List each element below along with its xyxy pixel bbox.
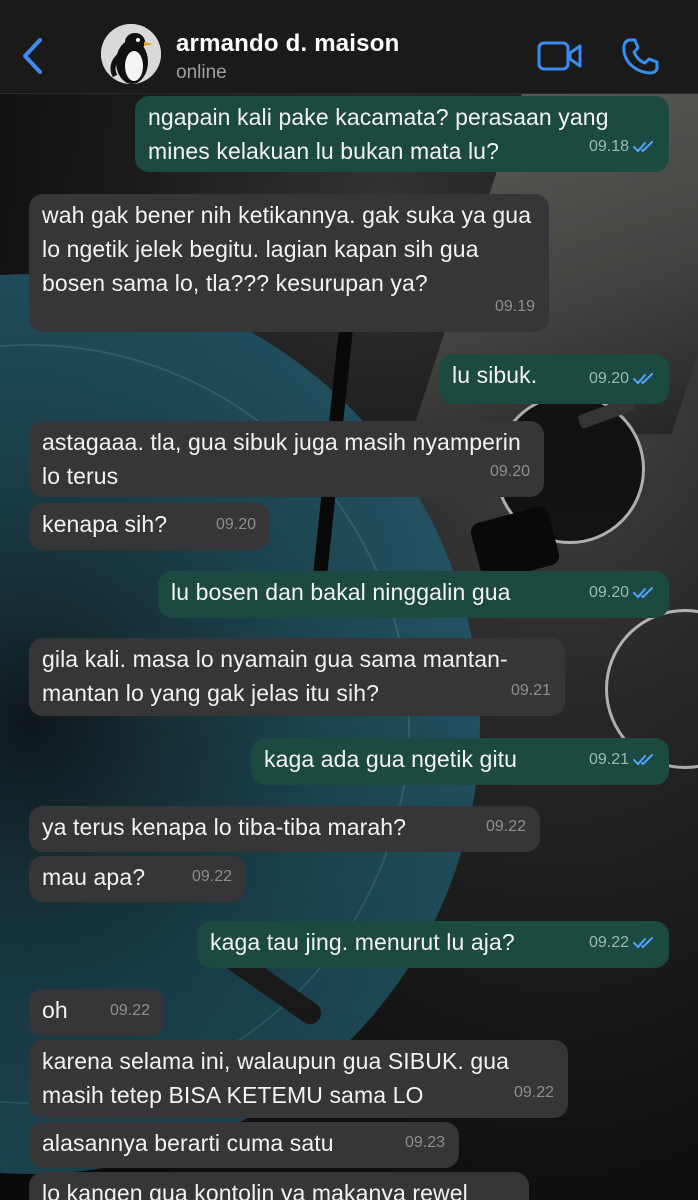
phone-icon: [622, 38, 659, 75]
message-meta: 09.20: [589, 362, 655, 396]
message-meta: 09.21: [511, 674, 551, 708]
message-bubble-incoming[interactable]: astagaaa. tla, gua sibuk juga masih nyam…: [29, 421, 544, 497]
read-receipt-icon: [633, 754, 653, 766]
message-text: ya terus kenapa lo tiba-tiba marah?: [42, 814, 407, 840]
contact-avatar[interactable]: [101, 24, 161, 84]
message-bubble-incoming[interactable]: kenapa sih? 09.20: [29, 503, 270, 550]
chat-header: armando d. maison online: [0, 0, 698, 94]
message-bubble-incoming[interactable]: wah gak bener nih ketikannya. gak suka y…: [29, 194, 549, 332]
message-time: 09.22: [109, 1002, 150, 1019]
message-meta: 09.20: [490, 455, 530, 489]
message-text: lo kangen gua kontolin ya makanya rewel: [42, 1180, 468, 1200]
message-meta: 09.20: [589, 576, 655, 610]
message-bubble-outgoing[interactable]: kaga ada gua ngetik gitu 09.21: [251, 738, 669, 785]
message-time: 09.20: [215, 516, 256, 533]
message-bubble-incoming[interactable]: oh 09.22: [29, 989, 164, 1036]
message-meta: 09.22: [110, 994, 150, 1028]
message-time: 09.18: [588, 138, 629, 155]
message-bubble-incoming[interactable]: gila kali. masa lo nyamain gua sama mant…: [29, 638, 565, 716]
message-time: 09.20: [588, 370, 629, 387]
message-bubble-incoming[interactable]: ya terus kenapa lo tiba-tiba marah? 09.2…: [29, 806, 540, 852]
chevron-left-icon: [23, 38, 42, 74]
message-bubble-outgoing[interactable]: ngapain kali pake kacamata? perasaan yan…: [135, 96, 669, 172]
read-receipt-icon: [633, 587, 653, 599]
message-time: 09.23: [404, 1134, 445, 1151]
message-bubble-incoming[interactable]: karena selama ini, walaupun gua SIBUK. g…: [29, 1040, 568, 1118]
message-meta: 09.22: [486, 810, 526, 844]
message-meta: 09.22: [192, 860, 232, 894]
message-bubble-incoming[interactable]: mau apa? 09.22: [29, 856, 246, 902]
message-bubble-incoming[interactable]: lo kangen gua kontolin ya makanya rewel: [29, 1172, 529, 1200]
message-time: 09.22: [513, 1084, 554, 1101]
penguin-avatar-icon: [101, 24, 161, 84]
contact-status: online: [176, 62, 227, 83]
message-meta: 09.20: [216, 508, 256, 542]
back-button[interactable]: [16, 36, 48, 76]
message-time: 09.21: [588, 751, 629, 768]
message-bubble-outgoing[interactable]: kaga tau jing. menurut lu aja? 09.22: [197, 921, 669, 968]
message-time: 09.22: [588, 934, 629, 951]
message-time: 09.22: [191, 868, 232, 885]
message-meta: 09.18: [589, 130, 655, 164]
video-call-button[interactable]: [536, 38, 584, 74]
message-meta: 09.22: [589, 926, 655, 960]
message-text: lu bosen dan bakal ninggalin gua: [171, 579, 511, 605]
message-text: gila kali. masa lo nyamain gua sama mant…: [42, 646, 508, 706]
message-time: 09.20: [588, 584, 629, 601]
message-text: karena selama ini, walaupun gua SIBUK. g…: [42, 1048, 510, 1108]
message-text: astagaaa. tla, gua sibuk juga masih nyam…: [42, 429, 521, 489]
message-meta: 09.22: [514, 1076, 554, 1110]
message-text: wah gak bener nih ketikannya. gak suka y…: [42, 202, 532, 296]
message-time: 09.22: [485, 818, 526, 835]
message-list: ngapain kali pake kacamata? perasaan yan…: [0, 0, 698, 1200]
video-camera-icon: [537, 41, 582, 71]
message-time: 09.20: [489, 463, 530, 480]
read-receipt-icon: [633, 937, 653, 949]
message-bubble-outgoing[interactable]: lu sibuk. 09.20: [439, 354, 669, 404]
message-meta: 09.19: [495, 290, 535, 324]
message-meta: 09.21: [589, 743, 655, 777]
message-text: alasannya berarti cuma satu: [42, 1130, 334, 1156]
message-bubble-incoming[interactable]: alasannya berarti cuma satu 09.23: [29, 1122, 459, 1168]
voice-call-button[interactable]: [620, 36, 660, 76]
message-time: 09.21: [510, 682, 551, 699]
read-receipt-icon: [633, 141, 653, 153]
message-bubble-outgoing[interactable]: lu bosen dan bakal ninggalin gua 09.20: [158, 571, 669, 618]
message-text: ngapain kali pake kacamata? perasaan yan…: [148, 104, 609, 164]
message-meta: 09.23: [405, 1126, 445, 1160]
read-receipt-icon: [633, 373, 653, 385]
contact-name[interactable]: armando d. maison: [176, 30, 399, 58]
message-time: 09.19: [494, 298, 535, 315]
